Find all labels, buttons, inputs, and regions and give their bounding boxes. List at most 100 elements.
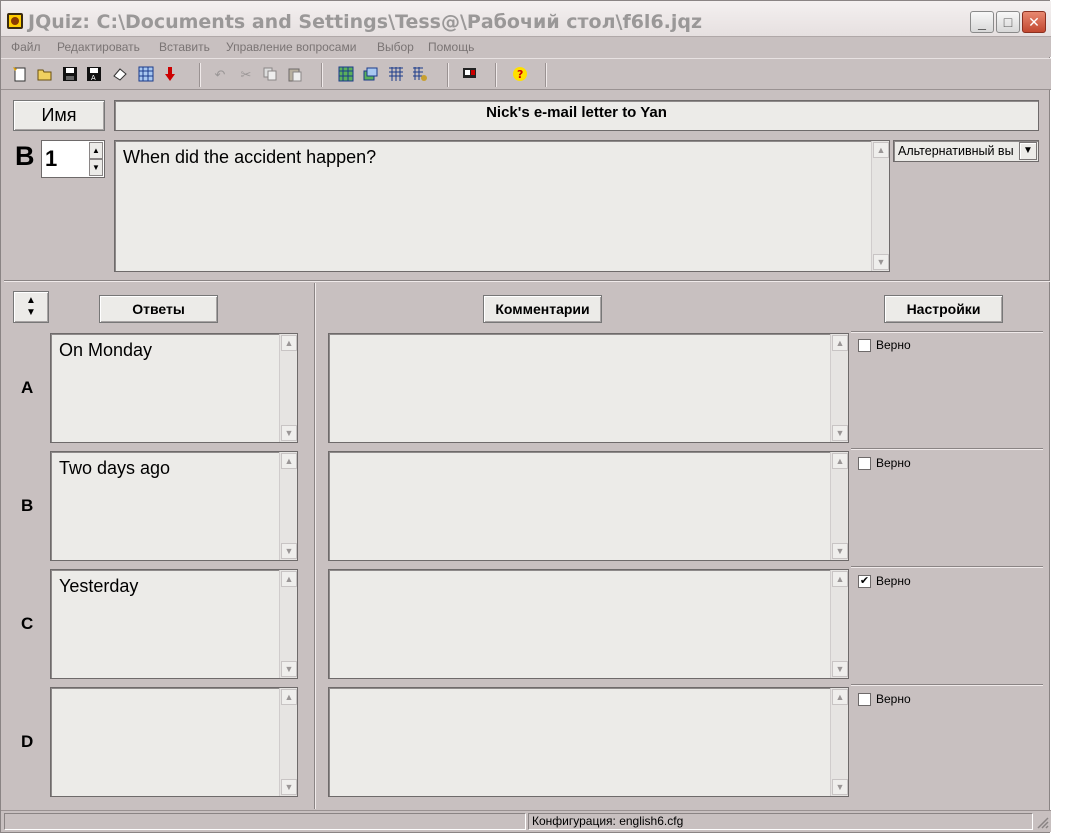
answer-text-c[interactable]: Yesterday ▲ ▼ xyxy=(50,569,298,679)
name-button[interactable]: Имя xyxy=(13,100,105,131)
answer-text-b[interactable]: Two days ago ▲ ▼ xyxy=(50,451,298,561)
correct-checkbox-c[interactable]: ✔ xyxy=(858,575,871,588)
comment-scrollbar[interactable]: ▲ ▼ xyxy=(830,688,848,796)
row-divider xyxy=(851,684,1043,686)
chevron-down-icon[interactable]: ▼ xyxy=(1019,142,1037,160)
correct-checkbox-a[interactable] xyxy=(858,339,871,352)
new-file-icon[interactable] xyxy=(11,66,29,84)
scroll-down-icon[interactable]: ▼ xyxy=(281,661,297,677)
comment-scrollbar[interactable]: ▲ ▼ xyxy=(830,334,848,442)
answer-scrollbar[interactable]: ▲ ▼ xyxy=(279,452,297,560)
settings-header-button[interactable]: Настройки xyxy=(884,295,1003,323)
answer-letter-b: B xyxy=(21,496,34,515)
web-page-icon[interactable] xyxy=(337,66,355,84)
correct-label-b: Верно xyxy=(876,456,911,470)
reorder-answers-button[interactable]: ▲ ▼ xyxy=(13,291,49,323)
row-divider xyxy=(851,566,1043,568)
paste-icon[interactable] xyxy=(286,66,304,84)
answer-letter-d: D xyxy=(21,732,34,751)
app-icon[interactable] xyxy=(7,13,23,29)
answer-text-value-b: Two days ago xyxy=(59,458,171,478)
question-text: When did the accident happen? xyxy=(123,147,377,167)
minimize-button[interactable]: _ xyxy=(970,11,994,33)
comment-scrollbar[interactable]: ▲ ▼ xyxy=(830,452,848,560)
scroll-down-icon[interactable]: ▼ xyxy=(281,779,297,795)
spin-down-icon[interactable]: ▼ xyxy=(89,159,103,176)
open-folder-icon[interactable] xyxy=(36,66,54,84)
save-as-icon[interactable]: A xyxy=(85,66,103,84)
grid-icon[interactable] xyxy=(137,66,155,84)
menu-edit[interactable]: Редактировать xyxy=(57,40,140,54)
web-export-icon[interactable] xyxy=(411,66,429,84)
menu-options[interactable]: Выбор xyxy=(377,40,414,54)
scroll-down-icon[interactable]: ▼ xyxy=(281,543,297,559)
cut-icon[interactable]: ✂ xyxy=(237,66,255,84)
answer-text-a[interactable]: On Monday ▲ ▼ xyxy=(50,333,298,443)
toolbar-separator xyxy=(321,63,323,87)
close-button[interactable]: ✕ xyxy=(1022,11,1046,33)
scroll-up-icon[interactable]: ▲ xyxy=(281,453,297,469)
scroll-down-icon[interactable]: ▼ xyxy=(873,254,889,270)
question-type-select[interactable]: Альтернативный вы ▼ xyxy=(893,140,1039,162)
help-icon[interactable]: ? xyxy=(511,66,529,84)
scroll-up-icon[interactable]: ▲ xyxy=(281,689,297,705)
scroll-up-icon[interactable]: ▲ xyxy=(281,571,297,587)
move-up-icon: ▲ xyxy=(26,295,36,306)
title-bar[interactable]: JQuiz: C:\Documents and Settings\Tess@\Р… xyxy=(1,1,1051,37)
quiz-title-field[interactable]: Nick's e-mail letter to Yan xyxy=(114,100,1039,131)
comment-text-c[interactable]: ▲ ▼ xyxy=(328,569,849,679)
scroll-up-icon[interactable]: ▲ xyxy=(873,142,889,158)
answers-header-button[interactable]: Ответы xyxy=(99,295,218,323)
spin-up-icon[interactable]: ▲ xyxy=(89,142,103,159)
status-config: Конфигурация: english6.cfg xyxy=(528,813,1033,830)
scroll-up-icon[interactable]: ▲ xyxy=(832,335,848,351)
correct-label-a: Верно xyxy=(876,338,911,352)
scroll-down-icon[interactable]: ▼ xyxy=(832,661,848,677)
answer-text-value-a: On Monday xyxy=(59,340,153,360)
copy-icon[interactable] xyxy=(261,66,279,84)
quiz-title-text: Nick's e-mail letter to Yan xyxy=(486,104,667,121)
maximize-button[interactable]: □ xyxy=(996,11,1020,33)
menu-insert[interactable]: Вставить xyxy=(159,40,210,54)
svg-text:A: A xyxy=(91,75,96,82)
menu-help[interactable]: Помощь xyxy=(428,40,474,54)
menu-manage-questions[interactable]: Управление вопросами xyxy=(226,40,356,54)
section-divider xyxy=(4,280,1050,282)
grid-export-icon[interactable] xyxy=(387,66,405,84)
menu-file[interactable]: Файл xyxy=(11,40,41,54)
question-number-spinner[interactable]: 1 ▲ ▼ xyxy=(41,140,105,178)
scroll-up-icon[interactable]: ▲ xyxy=(832,571,848,587)
comments-header-button[interactable]: Комментарии xyxy=(483,295,602,323)
scroll-up-icon[interactable]: ▲ xyxy=(281,335,297,351)
column-divider xyxy=(314,283,316,809)
comment-scrollbar[interactable]: ▲ ▼ xyxy=(830,570,848,678)
question-scrollbar[interactable]: ▲ ▼ xyxy=(871,141,889,271)
scroll-down-icon[interactable]: ▼ xyxy=(832,543,848,559)
monitor-icon[interactable] xyxy=(461,66,479,84)
comment-text-b[interactable]: ▲ ▼ xyxy=(328,451,849,561)
answer-scrollbar[interactable]: ▲ ▼ xyxy=(279,334,297,442)
scroll-down-icon[interactable]: ▼ xyxy=(832,779,848,795)
comment-text-a[interactable]: ▲ ▼ xyxy=(328,333,849,443)
export-icon[interactable] xyxy=(361,66,379,84)
scroll-up-icon[interactable]: ▲ xyxy=(832,453,848,469)
correct-checkbox-b[interactable] xyxy=(858,457,871,470)
scroll-up-icon[interactable]: ▲ xyxy=(832,689,848,705)
resize-grip-icon[interactable] xyxy=(1035,815,1049,829)
save-icon[interactable] xyxy=(61,66,79,84)
undo-icon[interactable]: ↶ xyxy=(211,66,229,84)
correct-label-d: Верно xyxy=(876,692,911,706)
answer-scrollbar[interactable]: ▲ ▼ xyxy=(279,688,297,796)
scroll-down-icon[interactable]: ▼ xyxy=(832,425,848,441)
comment-text-d[interactable]: ▲ ▼ xyxy=(328,687,849,797)
correct-checkbox-d[interactable] xyxy=(858,693,871,706)
jquiz-window: JQuiz: C:\Documents and Settings\Tess@\Р… xyxy=(0,0,1051,833)
arrow-down-icon[interactable] xyxy=(161,66,179,84)
answer-text-d[interactable]: ▲ ▼ xyxy=(50,687,298,797)
question-text-area[interactable]: When did the accident happen? ▲ ▼ xyxy=(114,140,890,272)
status-bar: Конфигурация: english6.cfg xyxy=(1,810,1051,832)
answer-scrollbar[interactable]: ▲ ▼ xyxy=(279,570,297,678)
eraser-icon[interactable] xyxy=(111,66,129,84)
scroll-down-icon[interactable]: ▼ xyxy=(281,425,297,441)
toolbar-separator xyxy=(545,63,547,87)
